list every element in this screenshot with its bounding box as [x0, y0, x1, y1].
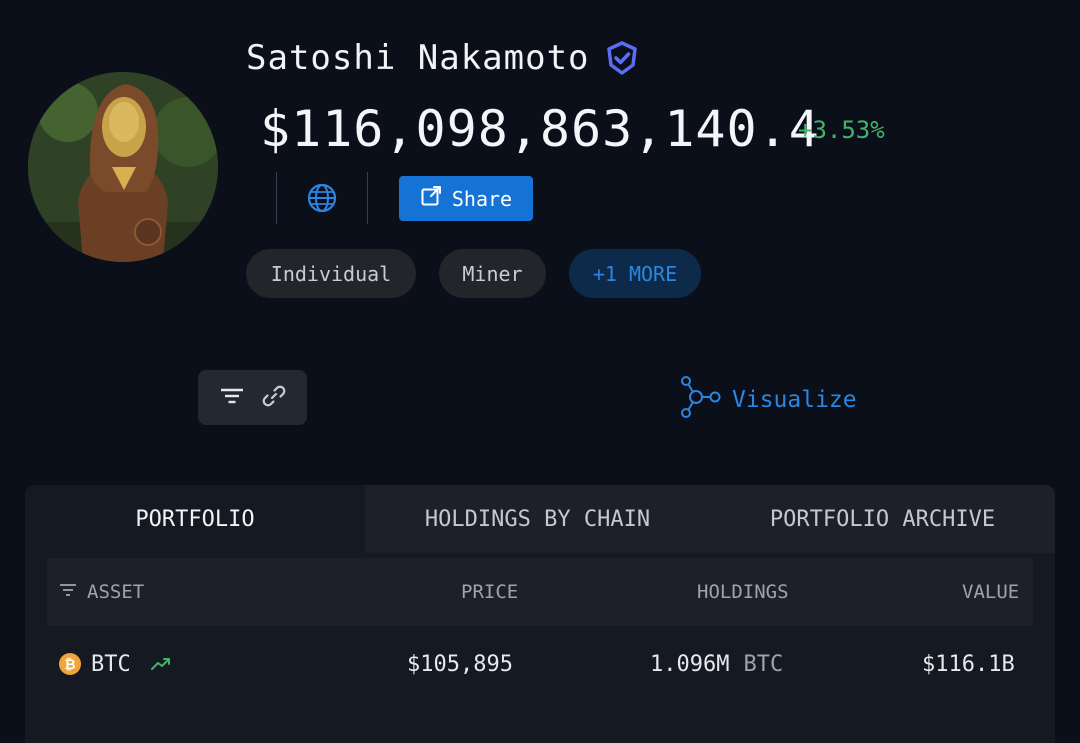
holdings-unit: BTC: [743, 651, 784, 677]
trend-up-icon: [150, 657, 171, 671]
asset-column-header[interactable]: ASSET: [59, 558, 144, 626]
divider: [367, 172, 368, 224]
value-cell: $116.1B: [922, 651, 1015, 677]
profile-name: Satoshi Nakamoto: [246, 38, 640, 78]
asset-cell: ₿ BTC: [59, 626, 171, 702]
value-column-header[interactable]: VALUE: [962, 558, 1019, 626]
share-label: Share: [451, 186, 513, 211]
tag-individual[interactable]: Individual: [246, 249, 416, 298]
table-header: ASSET PRICE HOLDINGS VALUE: [47, 558, 1033, 626]
bitcoin-icon: ₿: [59, 653, 81, 675]
portfolio-tabs: PORTFOLIO HOLDINGS BY CHAIN PORTFOLIO AR…: [25, 485, 1055, 553]
asset-symbol: BTC: [91, 651, 131, 677]
profile-name-text: Satoshi Nakamoto: [246, 38, 590, 78]
filter-toolbar: [198, 370, 307, 425]
shield-check-icon: [604, 40, 640, 76]
portfolio-balance: $116,098,863,140.4: [260, 100, 820, 158]
price-column-header[interactable]: PRICE: [461, 558, 518, 626]
share-button[interactable]: Share: [399, 176, 533, 221]
visualize-label: Visualize: [732, 387, 857, 413]
balance-change: +3.53%: [798, 116, 885, 144]
profile-avatar: [28, 72, 218, 262]
tab-portfolio-archive[interactable]: PORTFOLIO ARCHIVE: [710, 485, 1055, 553]
holdings-column-header[interactable]: HOLDINGS: [697, 558, 789, 626]
visualize-button[interactable]: Visualize: [678, 375, 857, 425]
filter-icon[interactable]: [218, 382, 246, 414]
sort-icon: [59, 581, 77, 604]
asset-header-label: ASSET: [87, 581, 145, 603]
tab-holdings-by-chain[interactable]: HOLDINGS BY CHAIN: [365, 485, 710, 553]
price-cell: $105,895: [407, 651, 513, 677]
share-icon: [420, 185, 442, 212]
divider: [276, 172, 277, 224]
portfolio-panel: PORTFOLIO HOLDINGS BY CHAIN PORTFOLIO AR…: [25, 485, 1055, 743]
link-icon[interactable]: [260, 382, 288, 414]
globe-icon[interactable]: [306, 182, 338, 214]
holdings-amount: 1.096M: [650, 651, 730, 677]
holdings-cell: 1.096M BTC: [650, 626, 783, 702]
tag-more-button[interactable]: +1 MORE: [569, 249, 701, 298]
tag-miner[interactable]: Miner: [439, 249, 546, 298]
tab-portfolio[interactable]: PORTFOLIO: [25, 485, 365, 553]
graph-nodes-icon: [678, 375, 722, 425]
table-row[interactable]: ₿ BTC $105,895 1.096M BTC $116.1B: [47, 626, 1033, 702]
